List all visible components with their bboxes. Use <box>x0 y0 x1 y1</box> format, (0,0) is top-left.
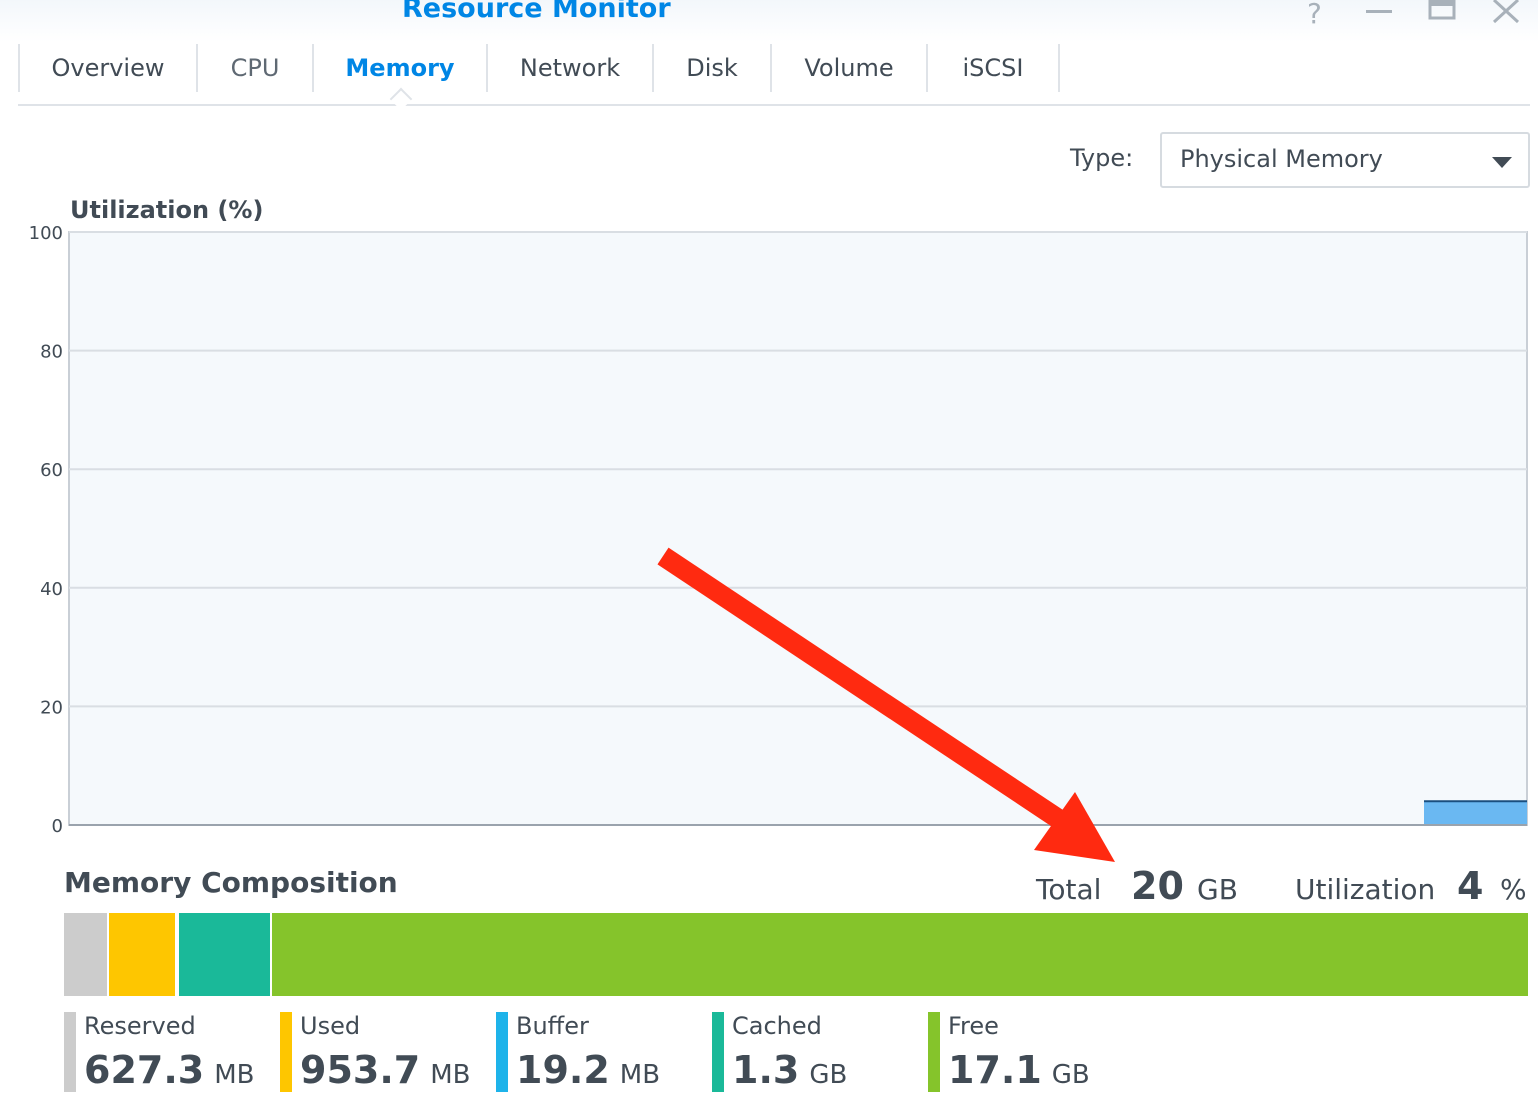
tab-bar: Overview CPU Memory Network Disk Volume … <box>18 42 1530 111</box>
legend-swatch <box>928 1012 940 1092</box>
legend-name: Cached <box>732 1012 822 1040</box>
utilization-value: 4 <box>1457 864 1484 908</box>
legend-swatch <box>712 1012 724 1092</box>
legend-number: 953.7 <box>300 1048 421 1092</box>
plot-area <box>68 231 1528 826</box>
tab-disk[interactable]: Disk <box>654 42 770 94</box>
minimize-icon[interactable] <box>1362 0 1396 26</box>
total-label: Total <box>1036 873 1102 906</box>
y-tick-label: 40 <box>40 579 63 600</box>
type-label: Type: <box>1070 144 1134 172</box>
tab-cpu[interactable]: CPU <box>198 42 312 94</box>
y-tick-label: 0 <box>52 816 63 837</box>
tab-label: CPU <box>230 54 280 82</box>
legend-value: 953.7 MB <box>300 1048 470 1092</box>
tab-memory[interactable]: Memory <box>314 42 486 94</box>
y-tick-label: 100 <box>29 223 63 244</box>
tab-label: Disk <box>686 54 738 82</box>
legend-swatch <box>280 1012 292 1092</box>
tab-label: Memory <box>345 54 455 82</box>
legend-number: 19.2 <box>516 1048 610 1092</box>
tab-label: Volume <box>804 54 894 82</box>
tab-overview[interactable]: Overview <box>20 42 196 94</box>
total-unit: GB <box>1197 873 1238 906</box>
legend-unit: GB <box>809 1060 848 1090</box>
composition-segment-free <box>272 913 1530 996</box>
legend-unit: MB <box>430 1060 471 1090</box>
composition-segment-cached <box>179 913 273 996</box>
legend-unit: GB <box>1051 1060 1090 1090</box>
legend-name: Used <box>300 1012 361 1040</box>
legend-number: 627.3 <box>84 1048 205 1092</box>
type-dropdown[interactable]: Physical Memory <box>1160 132 1530 188</box>
tab-network[interactable]: Network <box>488 42 652 94</box>
total-value: 20 <box>1131 864 1184 908</box>
legend-name: Buffer <box>516 1012 589 1040</box>
tab-label: Network <box>519 54 621 82</box>
utilization-label: Utilization <box>1295 873 1436 906</box>
legend-unit: MB <box>619 1060 661 1090</box>
tab-label: Overview <box>51 54 165 82</box>
y-tick-label: 80 <box>40 342 63 363</box>
chevron-down-icon[interactable] <box>1492 154 1512 173</box>
legend-name: Reserved <box>84 1012 196 1040</box>
composition-segment-used <box>108 913 178 996</box>
legend-value: 627.3 MB <box>84 1048 254 1092</box>
question-icon[interactable]: ? <box>1298 0 1332 26</box>
legend-swatch <box>64 1012 76 1092</box>
utilization-unit: % <box>1500 873 1527 906</box>
legend-unit: MB <box>214 1060 255 1090</box>
legend-value: 1.3 GB <box>732 1048 847 1092</box>
legend-number: 17.1 <box>948 1048 1042 1092</box>
legend-value: 17.1 GB <box>948 1048 1090 1092</box>
composition-title: Memory Composition <box>64 866 398 899</box>
legend-swatch <box>496 1012 508 1092</box>
utilization-area <box>1424 801 1527 825</box>
legend-name: Free <box>948 1012 999 1040</box>
tab-label: iSCSI <box>962 54 1024 82</box>
tab-divider <box>1058 44 1060 92</box>
utilization-chart: 0 20 40 60 80 100 <box>29 223 1528 837</box>
maximize-icon[interactable] <box>1425 0 1459 26</box>
tab-volume[interactable]: Volume <box>772 42 926 94</box>
composition-bar <box>64 913 1530 996</box>
title-bar: Resource Monitor ? <box>0 0 1538 42</box>
y-tick-label: 60 <box>40 460 63 481</box>
legend-number: 1.3 <box>732 1048 800 1092</box>
y-tick-label: 20 <box>40 697 63 718</box>
svg-text:?: ? <box>1307 0 1322 26</box>
composition-segment-reserved <box>64 913 109 996</box>
type-dropdown-value: Physical Memory <box>1180 145 1383 173</box>
legend-value: 19.2 MB <box>516 1048 660 1092</box>
tab-iscsi[interactable]: iSCSI <box>928 42 1058 94</box>
window-title: Resource Monitor <box>402 0 671 24</box>
close-icon[interactable] <box>1488 0 1522 26</box>
